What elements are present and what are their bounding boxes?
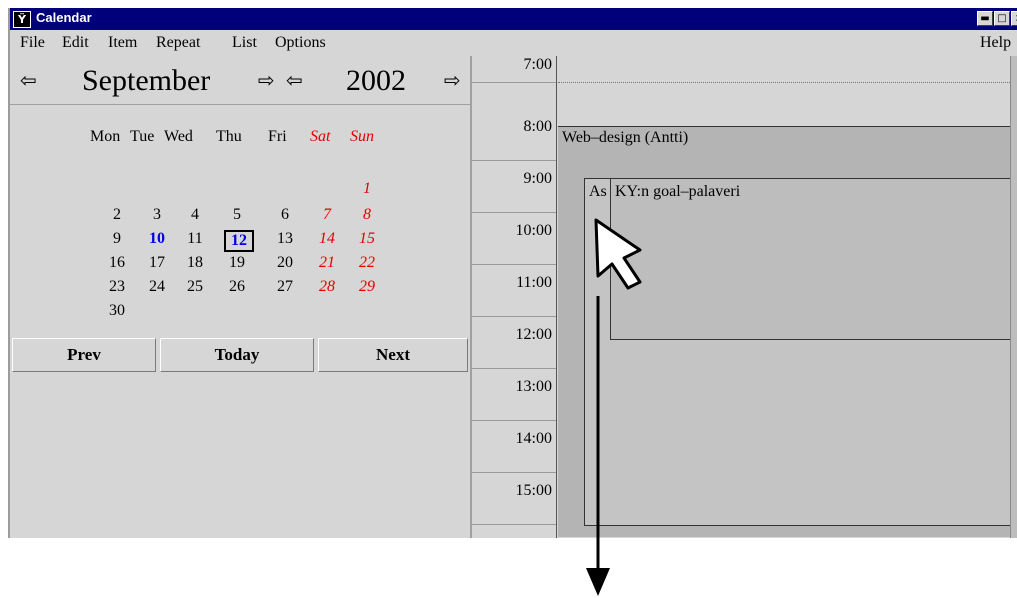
hour-label-cell: 11:00	[472, 264, 556, 317]
day-cell[interactable]: 23	[104, 278, 130, 296]
day-cell[interactable]: 27	[272, 278, 298, 296]
hour-label-cell: 12:00	[472, 316, 556, 369]
day-cell[interactable]: 2	[104, 206, 130, 224]
event-goal-meeting[interactable]: KY:n goal–palaveri	[610, 178, 1013, 340]
year-label: 2002	[346, 64, 406, 97]
day-cell[interactable]: 21	[314, 254, 340, 272]
month-label: September	[82, 64, 211, 97]
menu-help[interactable]: Help	[980, 34, 1011, 52]
day-cell[interactable]: 8	[354, 206, 380, 224]
day-view: 7:00 8:00 9:00 10:00 11:00 12:00 13:00 14:00 15:…	[472, 56, 1017, 538]
day-cell[interactable]: 14	[314, 230, 340, 248]
maximize-button[interactable]: □	[994, 11, 1010, 26]
hour-label-cell: 7:00	[472, 56, 556, 83]
weekday-tue: Tue	[130, 128, 155, 145]
weekday-fri: Fri	[268, 128, 287, 145]
day-cell[interactable]: 3	[144, 206, 170, 224]
weekday-wed: Wed	[164, 128, 193, 145]
day-cell[interactable]: 26	[224, 278, 250, 296]
title-bar[interactable]: Ϋ Calendar ▬ □ ×	[10, 8, 1017, 30]
hour-label: 12:00	[515, 326, 552, 343]
day-cell[interactable]: 6	[272, 206, 298, 224]
menu-edit[interactable]: Edit	[62, 34, 89, 52]
next-button[interactable]: Next	[318, 338, 468, 372]
day-cell[interactable]: 15	[354, 230, 380, 248]
day-cell[interactable]: 16	[104, 254, 130, 272]
calendar-app-icon: Ϋ	[13, 11, 31, 28]
slot-separator	[558, 82, 1012, 83]
hour-label: 10:00	[515, 222, 552, 239]
window-title: Calendar	[36, 10, 92, 25]
day-cell[interactable]: 25	[182, 278, 208, 296]
prev-month-arrow-icon[interactable]: ⇦	[20, 68, 37, 92]
vertical-scrollbar[interactable]	[1010, 56, 1017, 538]
menu-file[interactable]: File	[20, 34, 45, 52]
hour-label: 7:00	[523, 56, 552, 73]
minimize-button[interactable]: ▬	[977, 11, 993, 26]
hour-label-cell: 8:00	[472, 108, 556, 161]
day-cell[interactable]: 18	[182, 254, 208, 272]
day-cell[interactable]: 17	[144, 254, 170, 272]
day-cell[interactable]: 24	[144, 278, 170, 296]
today-button[interactable]: Today	[160, 338, 314, 372]
day-cell[interactable]: 1	[354, 180, 380, 198]
day-cell[interactable]: 10	[144, 230, 170, 248]
hour-label-cell: 15:00	[472, 472, 556, 525]
hour-label-cell: 9:00	[472, 160, 556, 213]
day-cell[interactable]: 20	[272, 254, 298, 272]
prev-button[interactable]: Prev	[12, 338, 156, 372]
hour-label-cell: 13:00	[472, 368, 556, 421]
next-year-arrow-icon[interactable]: ⇨	[444, 68, 461, 92]
hour-label: 8:00	[523, 118, 552, 135]
menu-repeat[interactable]: Repeat	[156, 34, 200, 52]
day-cell[interactable]: 5	[224, 206, 250, 224]
hour-column: 7:00 8:00 9:00 10:00 11:00 12:00 13:00 14:00 15:…	[472, 56, 557, 538]
day-cell[interactable]: 28	[314, 278, 340, 296]
day-cell[interactable]: 12	[224, 230, 254, 252]
hour-label: 15:00	[515, 482, 552, 499]
hour-label-cell: 14:00	[472, 420, 556, 473]
next-month-arrow-icon[interactable]: ⇨	[258, 68, 275, 92]
event-label: Web–design (Antti)	[562, 129, 689, 146]
hour-label: 9:00	[523, 170, 552, 187]
hour-label: 14:00	[515, 430, 552, 447]
prev-year-arrow-icon[interactable]: ⇦	[286, 68, 303, 92]
calendar-window: Ϋ Calendar ▬ □ × File Edit Item Repeat L…	[8, 8, 1017, 538]
day-cell[interactable]: 19	[224, 254, 250, 272]
weekday-sat: Sat	[310, 128, 331, 145]
day-cell[interactable]: 9	[104, 230, 130, 248]
weekday-sun: Sun	[350, 128, 374, 145]
month-navigation: ⇦ September ⇨ ⇦ 2002 ⇨	[10, 56, 470, 105]
weekday-thu: Thu	[216, 128, 242, 145]
day-cell[interactable]: 7	[314, 206, 340, 224]
day-cell[interactable]: 30	[104, 302, 130, 320]
day-cell[interactable]: 29	[354, 278, 380, 296]
close-button[interactable]: ×	[1011, 11, 1017, 26]
menu-list[interactable]: List	[232, 34, 257, 52]
menu-item[interactable]: Item	[108, 34, 137, 52]
menu-options[interactable]: Options	[275, 34, 326, 52]
menu-bar: File Edit Item Repeat List Options Help	[10, 30, 1017, 57]
day-cell[interactable]: 22	[354, 254, 380, 272]
day-cell[interactable]: 13	[272, 230, 298, 248]
day-cell[interactable]: 4	[182, 206, 208, 224]
weekday-mon: Mon	[90, 128, 121, 145]
month-panel: ⇦ September ⇨ ⇦ 2002 ⇨ Mon Tue Wed Thu Fri Sa…	[10, 56, 472, 538]
day-cell[interactable]: 11	[182, 230, 208, 248]
event-label: KY:n goal–palaveri	[615, 183, 741, 200]
event-label: As	[589, 183, 607, 200]
hour-label: 11:00	[516, 274, 552, 291]
hour-label: 13:00	[515, 378, 552, 395]
hour-label-cell: 10:00	[472, 212, 556, 265]
